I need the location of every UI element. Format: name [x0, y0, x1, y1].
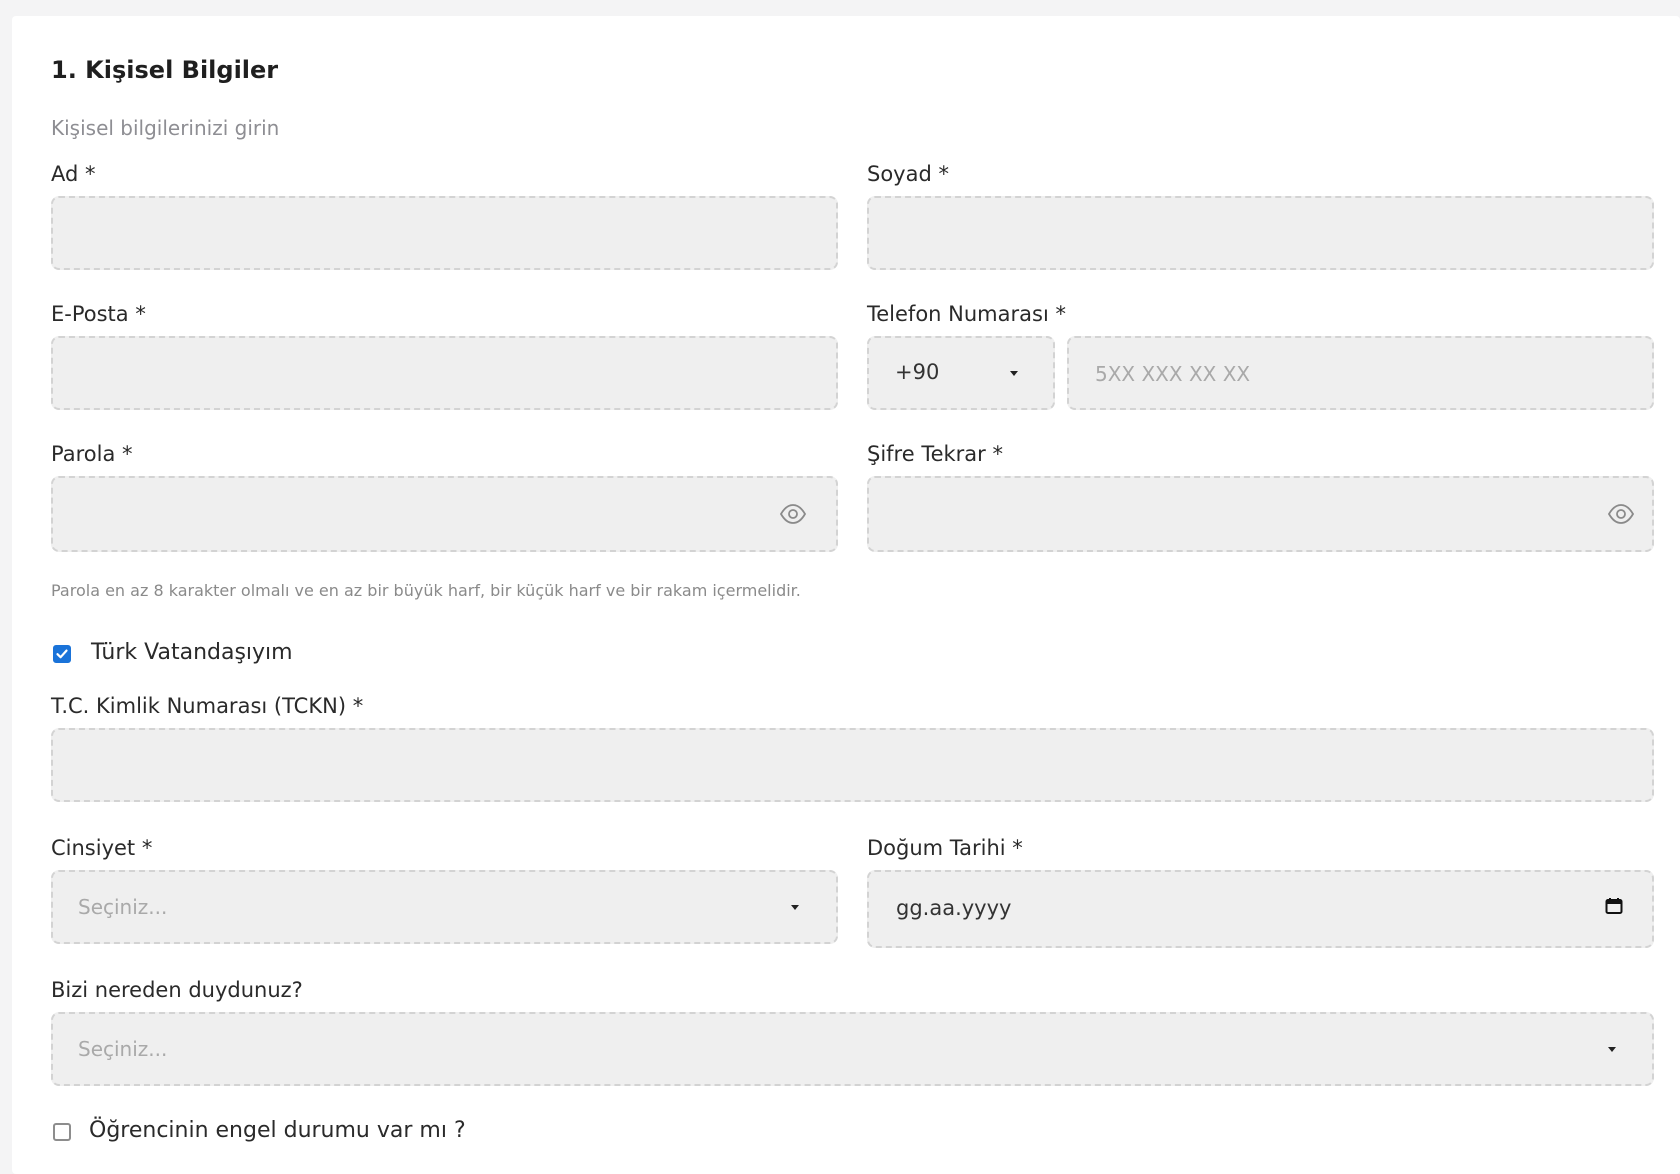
email-input[interactable] — [51, 336, 838, 410]
last-name-label: Soyad * — [867, 162, 949, 186]
eye-icon[interactable] — [1608, 504, 1634, 524]
country-code-value: +90 — [895, 360, 940, 384]
last-name-input[interactable] — [867, 196, 1654, 270]
tckn-label: T.C. Kimlik Numarası (TCKN) * — [51, 694, 364, 718]
password-repeat-input[interactable] — [867, 476, 1654, 552]
referral-select[interactable]: Seçiniz... — [51, 1012, 1654, 1086]
referral-label: Bizi nereden duydunuz? — [51, 978, 303, 1002]
password-repeat-label: Şifre Tekrar * — [867, 442, 1003, 466]
tckn-input[interactable] — [51, 728, 1654, 802]
phone-label: Telefon Numarası * — [867, 302, 1066, 326]
disability-checkbox[interactable] — [53, 1123, 71, 1141]
gender-label: Cinsiyet * — [51, 836, 153, 860]
birth-date-placeholder: gg.aa.yyyy — [896, 896, 1012, 920]
password-input[interactable] — [51, 476, 838, 552]
disability-label[interactable]: Öğrencinin engel durumu var mı ? — [89, 1118, 466, 1143]
first-name-label: Ad * — [51, 162, 96, 186]
citizen-checkbox[interactable] — [53, 645, 71, 663]
phone-placeholder: 5XX XXX XX XX — [1095, 362, 1251, 386]
section-title: 1. Kişisel Bilgiler — [51, 56, 279, 84]
phone-number-input[interactable]: 5XX XXX XX XX — [1067, 336, 1654, 410]
birth-date-label: Doğum Tarihi * — [867, 836, 1023, 860]
chevron-down-icon — [1010, 371, 1018, 376]
citizen-label[interactable]: Türk Vatandaşıyım — [91, 640, 293, 665]
first-name-input[interactable] — [51, 196, 838, 270]
section-subtitle: Kişisel bilgilerinizi girin — [51, 116, 280, 140]
eye-icon[interactable] — [780, 504, 806, 524]
chevron-down-icon — [791, 905, 799, 910]
check-icon — [56, 649, 68, 659]
chevron-down-icon — [1608, 1047, 1616, 1052]
referral-selected: Seçiniz... — [78, 1037, 168, 1061]
gender-select[interactable]: Seçiniz... — [51, 870, 838, 944]
email-label: E-Posta * — [51, 302, 146, 326]
birth-date-input[interactable]: gg.aa.yyyy — [867, 870, 1654, 948]
personal-info-card: 1. Kişisel Bilgiler Kişisel bilgileriniz… — [12, 16, 1680, 1174]
country-code-select[interactable]: +90 — [867, 336, 1055, 410]
calendar-icon[interactable] — [1605, 897, 1623, 915]
password-hint: Parola en az 8 karakter olmalı ve en az … — [51, 581, 801, 600]
password-label: Parola * — [51, 442, 133, 466]
gender-selected: Seçiniz... — [78, 895, 168, 919]
